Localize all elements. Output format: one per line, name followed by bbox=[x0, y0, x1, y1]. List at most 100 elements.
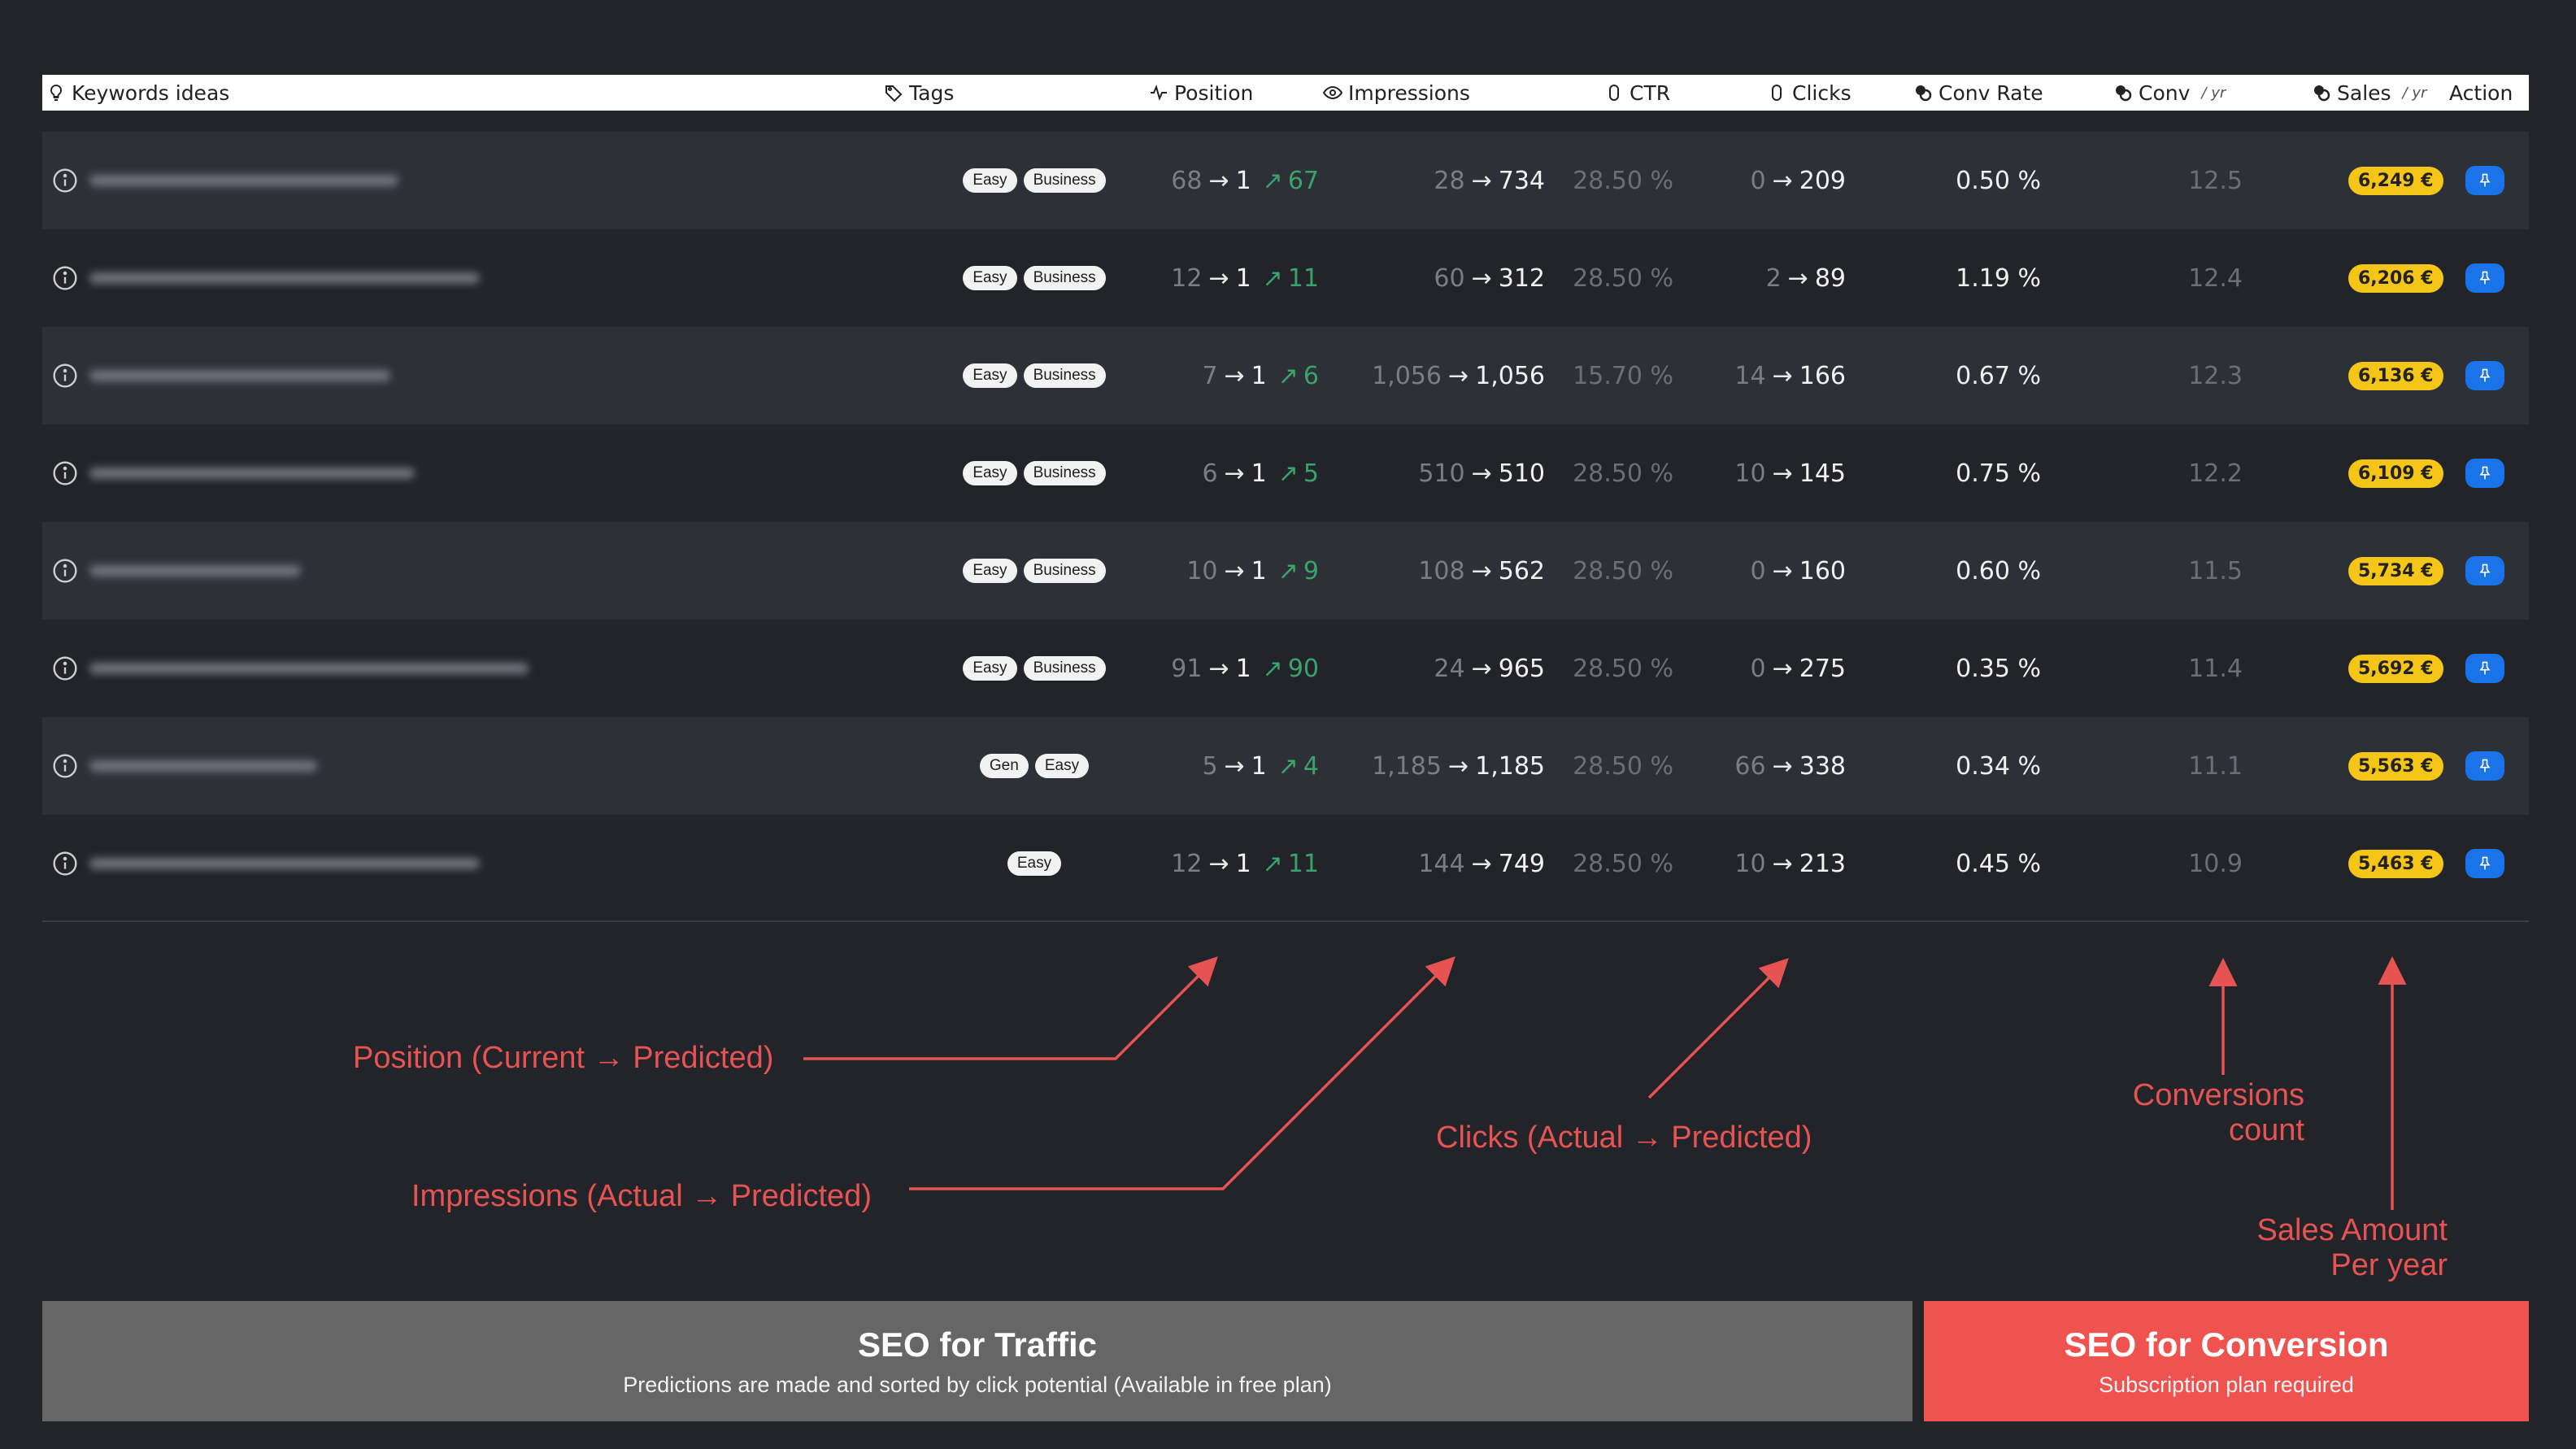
info-icon[interactable] bbox=[52, 229, 78, 327]
action-cell bbox=[2465, 717, 2504, 815]
arrow-right-icon: → bbox=[1208, 263, 1229, 293]
pin-button[interactable] bbox=[2465, 654, 2504, 683]
header-ctr[interactable]: CTR bbox=[1603, 75, 1670, 111]
seo-conversion-banner: SEO for Conversion Subscription plan req… bbox=[1924, 1301, 2529, 1421]
clicks-predicted: 89 bbox=[1814, 263, 1846, 293]
position-gain: 5 bbox=[1303, 459, 1319, 488]
coins-icon bbox=[1912, 82, 1934, 103]
sales-cell: 5,563 € bbox=[2348, 717, 2443, 815]
table-row[interactable]: Easy 12 → 1 ↗ 11 144 → 749 28.50 % 10 → … bbox=[42, 815, 2529, 912]
header-conv-rate[interactable]: Conv Rate bbox=[1912, 75, 2043, 111]
seo-traffic-subtitle: Predictions are made and sorted by click… bbox=[623, 1372, 1332, 1397]
keyword-blurred bbox=[89, 468, 415, 479]
ctr-cell: 28.50 % bbox=[1573, 263, 1673, 293]
header-position[interactable]: Position bbox=[1148, 75, 1253, 111]
clicks-actual: 0 bbox=[1750, 654, 1766, 683]
annotation-conversions: Conversions count bbox=[2133, 1078, 2304, 1148]
table-row[interactable]: Easy Business 68 → 1 ↗ 67 28 → 734 28.50 … bbox=[42, 132, 2529, 229]
pin-button[interactable] bbox=[2465, 361, 2504, 390]
sales-cell: 5,692 € bbox=[2348, 620, 2443, 717]
trend-up-icon: ↗ bbox=[1262, 166, 1283, 195]
impressions-actual: 24 bbox=[1434, 654, 1465, 683]
pin-button[interactable] bbox=[2465, 556, 2504, 585]
sales-cell: 6,109 € bbox=[2348, 424, 2443, 522]
table-row[interactable]: Gen Easy 5 → 1 ↗ 4 1,185 → 1,185 28.50 % … bbox=[42, 717, 2529, 815]
keyword-blurred bbox=[89, 370, 390, 381]
arrow-right-icon: → bbox=[1471, 654, 1492, 683]
impressions-actual: 108 bbox=[1418, 556, 1465, 585]
sales-badge: 5,463 € bbox=[2348, 849, 2443, 878]
clicks-cell: 66 → 338 bbox=[1734, 717, 1846, 815]
keywords-table: Keywords ideas Tags Position Impressions… bbox=[42, 75, 2529, 912]
header-conv[interactable]: Conv / yr bbox=[2113, 75, 2226, 111]
arrow-right-icon: → bbox=[1471, 459, 1492, 488]
info-icon[interactable] bbox=[52, 132, 78, 229]
position-predicted: 1 bbox=[1235, 849, 1251, 878]
position-current: 12 bbox=[1171, 263, 1203, 293]
info-icon[interactable] bbox=[52, 424, 78, 522]
ctr-cell: 28.50 % bbox=[1573, 654, 1673, 683]
annotation-sales: Sales Amount Per year bbox=[2257, 1213, 2448, 1283]
info-icon[interactable] bbox=[52, 522, 78, 620]
arrow-right-icon: → bbox=[1447, 751, 1469, 781]
arrow-right-icon: → bbox=[1772, 361, 1793, 390]
info-icon[interactable] bbox=[52, 717, 78, 815]
info-icon[interactable] bbox=[52, 815, 78, 912]
impressions-predicted: 734 bbox=[1498, 166, 1545, 195]
pin-button[interactable] bbox=[2465, 751, 2504, 781]
pin-button[interactable] bbox=[2465, 166, 2504, 195]
table-row[interactable]: Easy Business 91 → 1 ↗ 90 24 → 965 28.50 … bbox=[42, 620, 2529, 717]
impressions-actual: 1,056 bbox=[1372, 361, 1442, 390]
position-cell: 10 → 1 ↗ 9 bbox=[1186, 522, 1319, 620]
table-row[interactable]: Easy Business 7 → 1 ↗ 6 1,056 → 1,056 15.… bbox=[42, 327, 2529, 424]
trend-up-icon: ↗ bbox=[1277, 556, 1299, 585]
tag-badge: Easy bbox=[963, 363, 1017, 388]
impressions-cell: 1,185 → 1,185 bbox=[1372, 717, 1545, 815]
trend-up-icon: ↗ bbox=[1277, 361, 1299, 390]
info-icon[interactable] bbox=[52, 327, 78, 424]
position-gain: 90 bbox=[1287, 654, 1319, 683]
info-icon[interactable] bbox=[52, 620, 78, 717]
action-cell bbox=[2465, 327, 2504, 424]
impressions-predicted: 749 bbox=[1498, 849, 1545, 878]
action-cell bbox=[2465, 522, 2504, 620]
header-keywords-label: Keywords ideas bbox=[72, 80, 230, 105]
pin-icon bbox=[2479, 564, 2491, 577]
table-row[interactable]: Easy Business 10 → 1 ↗ 9 108 → 562 28.50 … bbox=[42, 522, 2529, 620]
tag-badge: Business bbox=[1023, 461, 1106, 485]
sales-cell: 6,136 € bbox=[2348, 327, 2443, 424]
table-row[interactable]: Easy Business 6 → 1 ↗ 5 510 → 510 28.50 %… bbox=[42, 424, 2529, 522]
header-tags[interactable]: Tags bbox=[883, 75, 954, 111]
header-sales[interactable]: Sales / yr bbox=[2311, 75, 2426, 111]
clicks-actual: 66 bbox=[1734, 751, 1766, 781]
position-current: 91 bbox=[1171, 654, 1203, 683]
header-tags-label: Tags bbox=[909, 80, 955, 105]
header-clicks-label: Clicks bbox=[1792, 80, 1852, 105]
impressions-predicted: 562 bbox=[1498, 556, 1545, 585]
ctr-cell: 28.50 % bbox=[1573, 751, 1673, 781]
tag-badge: Gen bbox=[979, 754, 1029, 778]
pin-button[interactable] bbox=[2465, 263, 2504, 293]
header-keywords[interactable]: Keywords ideas bbox=[46, 75, 229, 111]
header-conv-rate-label: Conv Rate bbox=[1939, 80, 2043, 105]
arrow-right-icon: → bbox=[1772, 654, 1793, 683]
pin-button[interactable] bbox=[2465, 849, 2504, 878]
header-clicks[interactable]: Clicks bbox=[1766, 75, 1852, 111]
sales-cell: 5,463 € bbox=[2348, 815, 2443, 912]
sales-cell: 6,206 € bbox=[2348, 229, 2443, 327]
impressions-predicted: 965 bbox=[1498, 654, 1545, 683]
conv-cell: 12.4 bbox=[2188, 263, 2243, 293]
table-body: Easy Business 68 → 1 ↗ 67 28 → 734 28.50 … bbox=[42, 132, 2529, 912]
position-current: 10 bbox=[1186, 556, 1218, 585]
clicks-predicted: 166 bbox=[1799, 361, 1846, 390]
header-action: Action bbox=[2449, 75, 2513, 111]
clicks-cell: 10 → 213 bbox=[1734, 815, 1846, 912]
annotation-sales-line2: Per year bbox=[2330, 1248, 2448, 1282]
tag-badge: Business bbox=[1023, 363, 1106, 388]
table-row[interactable]: Easy Business 12 → 1 ↗ 11 60 → 312 28.50 … bbox=[42, 229, 2529, 327]
pin-button[interactable] bbox=[2465, 459, 2504, 488]
sales-badge: 6,249 € bbox=[2348, 166, 2443, 195]
header-impressions[interactable]: Impressions bbox=[1322, 75, 1470, 111]
position-current: 12 bbox=[1171, 849, 1203, 878]
clicks-cell: 2 → 89 bbox=[1766, 229, 1846, 327]
